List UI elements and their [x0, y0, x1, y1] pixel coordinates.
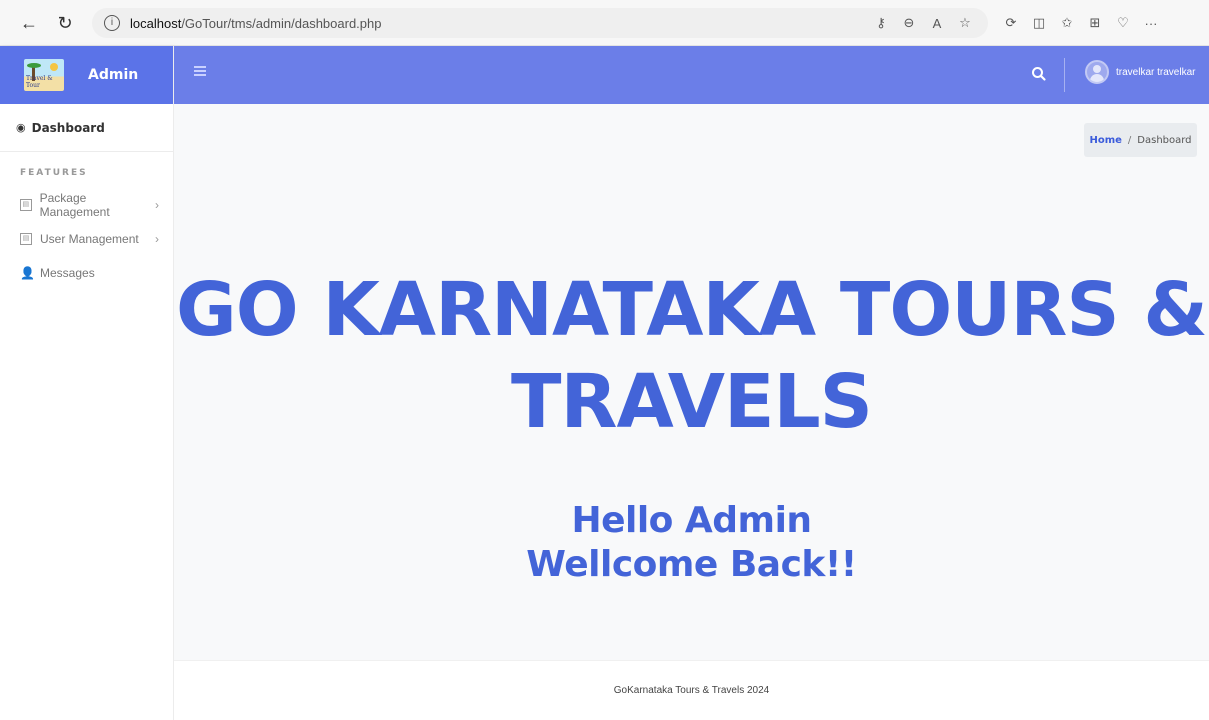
- sidebar-item-label: Package Management: [39, 191, 110, 219]
- refresh-icon: ↻: [57, 12, 73, 33]
- greeting-line: Wellcome Back!!: [526, 544, 857, 585]
- table-icon: ▤: [20, 233, 32, 245]
- sidebar-item-label: Messages: [40, 266, 95, 280]
- brand-title: Admin: [88, 67, 139, 83]
- search-icon[interactable]: [1029, 64, 1049, 84]
- sidebar-item-label: User Management: [40, 232, 139, 246]
- arrow-left-icon: ←: [20, 12, 38, 33]
- url-host: localhost: [130, 15, 182, 31]
- brand-logo: Travel & Tour: [24, 59, 64, 91]
- user-icon: 👤: [20, 266, 35, 280]
- sidebar-item-package-management[interactable]: ▤ Package Management ›: [0, 188, 173, 222]
- sidebar: Travel & Tour Admin ◉ Dashboard FEATURES…: [0, 46, 174, 720]
- brand[interactable]: Travel & Tour Admin: [0, 46, 173, 104]
- sidebar-item-label: Dashboard: [31, 120, 105, 135]
- browser-essentials-icon[interactable]: ♡: [1112, 12, 1134, 34]
- back-button[interactable]: ←: [14, 8, 44, 38]
- avatar[interactable]: [1085, 60, 1109, 84]
- breadcrumb-current: Dashboard: [1137, 134, 1192, 146]
- page-title-line: TRAVELS: [511, 359, 873, 445]
- more-menu-icon[interactable]: ···: [1140, 12, 1162, 34]
- breadcrumb-home-link[interactable]: Home: [1089, 135, 1121, 146]
- user-name[interactable]: travelkar travelkar: [1116, 67, 1195, 78]
- extensions-icon[interactable]: ⟳: [1000, 12, 1022, 34]
- breadcrumb: Home / Dashboard: [1084, 123, 1197, 157]
- menu-toggle-icon[interactable]: [194, 66, 206, 76]
- browser-toolbar: ← ↻ i localhost /GoTour/tms/admin/dashbo…: [0, 0, 1209, 46]
- greeting-line: Hello Admin: [571, 500, 812, 541]
- footer-text: GoKarnataka Tours & Travels 2024: [613, 685, 770, 696]
- split-screen-icon[interactable]: ◫: [1028, 12, 1050, 34]
- collections-icon[interactable]: ⊞: [1084, 12, 1106, 34]
- page-title: GO KARNATAKA TOURS & TRAVELS: [174, 264, 1209, 448]
- sidebar-item-messages[interactable]: 👤 Messages: [0, 256, 173, 290]
- sidebar-section-label: FEATURES: [20, 168, 88, 178]
- favorite-star-icon[interactable]: ☆: [954, 12, 976, 34]
- breadcrumb-separator: /: [1127, 134, 1132, 146]
- sidebar-item-user-management[interactable]: ▤ User Management ›: [0, 222, 173, 256]
- page-title-line: GO KARNATAKA TOURS &: [176, 267, 1208, 353]
- zoom-out-icon[interactable]: ⊖: [898, 12, 920, 34]
- table-icon: ▤: [20, 199, 32, 211]
- sidebar-item-dashboard[interactable]: ◉ Dashboard: [0, 104, 173, 152]
- top-header: travelkar travelkar: [174, 46, 1209, 104]
- dashboard-icon: ◉: [16, 121, 26, 134]
- refresh-button[interactable]: ↻: [50, 8, 80, 38]
- footer: GoKarnataka Tours & Travels 2024: [174, 660, 1209, 720]
- main-content: Home / Dashboard GO KARNATAKA TOURS & TR…: [174, 104, 1209, 660]
- url-path: /GoTour/tms/admin/dashboard.php: [181, 15, 382, 31]
- chevron-right-icon: ›: [155, 198, 159, 212]
- header-divider: [1064, 58, 1065, 92]
- read-aloud-icon[interactable]: A: [926, 12, 948, 34]
- chevron-right-icon: ›: [155, 232, 159, 246]
- address-bar[interactable]: i localhost /GoTour/tms/admin/dashboard.…: [92, 8, 988, 38]
- greeting: Hello Admin Wellcome Back!!: [174, 499, 1209, 587]
- password-key-icon[interactable]: ⚷: [870, 12, 892, 34]
- favorites-icon[interactable]: ✩: [1056, 12, 1078, 34]
- info-icon[interactable]: i: [104, 15, 120, 31]
